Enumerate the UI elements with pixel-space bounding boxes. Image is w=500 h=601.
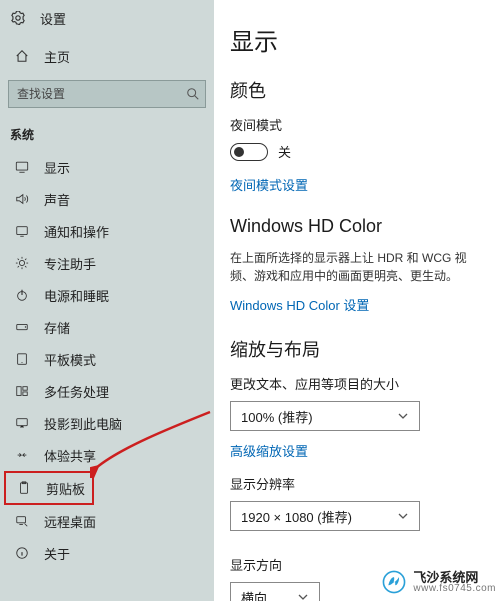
scale-value: 100% (推荐)	[241, 407, 313, 426]
scale-label: 更改文本、应用等项目的大小	[230, 374, 500, 393]
sidebar-item-label: 专注助手	[44, 254, 214, 273]
annotation-highlight: 剪贴板	[4, 471, 94, 505]
sidebar-item-clipboard[interactable]: 剪贴板	[6, 473, 92, 503]
home-icon	[14, 48, 30, 64]
sidebar-item-shared[interactable]: 体验共享	[0, 439, 214, 471]
orientation-value: 横向	[241, 588, 267, 601]
watermark: 飞沙系统网 www.fs0745.com	[377, 567, 500, 597]
notification-icon	[14, 223, 30, 239]
about-icon	[14, 545, 30, 561]
resolution-label: 显示分辨率	[230, 474, 500, 493]
clipboard-icon	[16, 480, 32, 496]
home-nav[interactable]: 主页	[0, 40, 214, 72]
night-mode-toggle[interactable]	[230, 143, 268, 161]
orientation-select[interactable]: 横向	[230, 582, 320, 601]
search-container	[8, 80, 206, 108]
watermark-main: 飞沙系统网	[413, 571, 496, 584]
sidebar-item-label: 通知和操作	[44, 222, 214, 241]
sidebar-item-label: 投影到此电脑	[44, 414, 214, 433]
resolution-select[interactable]: 1920 × 1080 (推荐)	[230, 501, 420, 531]
section-label: 系统	[0, 108, 214, 151]
hd-color-title: Windows HD Color	[230, 216, 500, 237]
sidebar-item-tablet[interactable]: 平板模式	[0, 343, 214, 375]
sidebar-item-label: 多任务处理	[44, 382, 214, 401]
night-mode-state: 关	[278, 142, 291, 161]
sidebar-item-power[interactable]: 电源和睡眠	[0, 279, 214, 311]
monitor-icon	[14, 159, 30, 175]
sidebar-item-label: 体验共享	[44, 446, 214, 465]
watermark-sub: www.fs0745.com	[413, 584, 496, 594]
sidebar-item-multitask[interactable]: 多任务处理	[0, 375, 214, 407]
sidebar-item-focus[interactable]: 专注助手	[0, 247, 214, 279]
multitask-icon	[14, 383, 30, 399]
storage-icon	[14, 319, 30, 335]
sidebar-item-notifications[interactable]: 通知和操作	[0, 215, 214, 247]
scale-select[interactable]: 100% (推荐)	[230, 401, 420, 431]
color-section-title: 颜色	[230, 77, 500, 103]
search-input[interactable]	[8, 80, 206, 108]
sidebar-item-remote[interactable]: 远程桌面	[0, 505, 214, 537]
watermark-icon	[381, 569, 407, 595]
hd-color-settings-link[interactable]: Windows HD Color 设置	[230, 295, 500, 314]
sidebar-item-label: 平板模式	[44, 350, 214, 369]
tablet-icon	[14, 351, 30, 367]
remote-icon	[14, 513, 30, 529]
projecting-icon	[14, 415, 30, 431]
settings-header: 设置	[0, 2, 214, 34]
sidebar-item-about[interactable]: 关于	[0, 537, 214, 569]
page-title: 显示	[230, 22, 500, 57]
sidebar-item-label: 显示	[44, 158, 214, 177]
sidebar-item-label: 存储	[44, 318, 214, 337]
sidebar-item-storage[interactable]: 存储	[0, 311, 214, 343]
gear-icon	[10, 10, 26, 26]
scale-section-title: 缩放与布局	[230, 336, 500, 362]
sidebar-item-label: 电源和睡眠	[44, 286, 214, 305]
hd-color-description: 在上面所选择的显示器上让 HDR 和 WCG 视频、游戏和应用中的画面更明亮、更…	[230, 249, 490, 285]
sound-icon	[14, 191, 30, 207]
chevron-down-icon	[397, 410, 409, 422]
chevron-down-icon	[397, 510, 409, 522]
chevron-down-icon	[297, 591, 309, 601]
sidebar-item-label: 关于	[44, 544, 214, 563]
sidebar-item-label: 剪贴板	[46, 479, 92, 498]
night-mode-settings-link[interactable]: 夜间模式设置	[230, 175, 500, 194]
shared-icon	[14, 447, 30, 463]
power-icon	[14, 287, 30, 303]
home-label: 主页	[44, 47, 214, 66]
sidebar-item-label: 声音	[44, 190, 214, 209]
sidebar-item-sound[interactable]: 声音	[0, 183, 214, 215]
sidebar-item-label: 远程桌面	[44, 512, 214, 531]
focus-icon	[14, 255, 30, 271]
search-icon	[186, 87, 200, 101]
sidebar-item-projecting[interactable]: 投影到此电脑	[0, 407, 214, 439]
resolution-value: 1920 × 1080 (推荐)	[241, 507, 352, 526]
sidebar-item-display[interactable]: 显示	[0, 151, 214, 183]
settings-label: 设置	[40, 9, 214, 28]
night-mode-label: 夜间模式	[230, 115, 500, 134]
advanced-scaling-link[interactable]: 高级缩放设置	[230, 441, 500, 460]
